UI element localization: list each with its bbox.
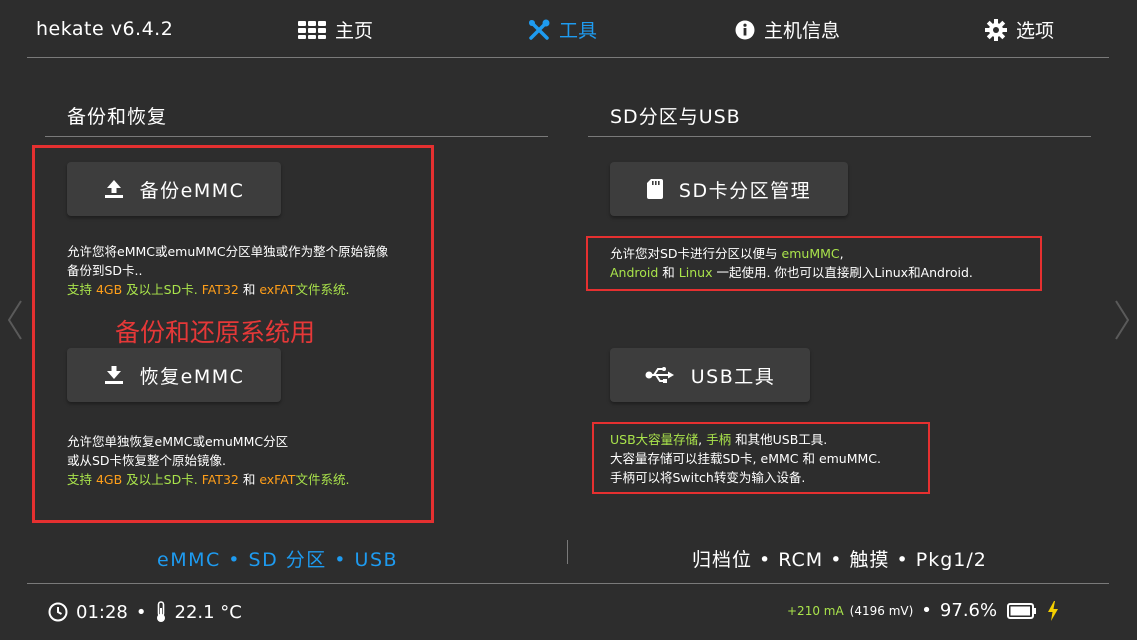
tab-info-label: 主机信息 [764, 20, 841, 42]
tab-home[interactable]: 主页 [298, 16, 373, 43]
status-right: +210 mA (4196 mV) • 97.6% [787, 600, 1059, 621]
temperature: 22.1 °C [174, 601, 242, 623]
info-icon [735, 20, 755, 40]
usb-tools-description: USB大容量存储, 手柄 和其他USB工具. 大容量存储可以挂载SD卡, eMM… [610, 432, 882, 485]
tab-tools[interactable]: 工具 [528, 16, 597, 43]
download-icon [104, 365, 124, 385]
tab-options[interactable]: 选项 [985, 16, 1054, 43]
thermometer-icon [155, 601, 167, 623]
tab-options-label: 选项 [1016, 20, 1055, 42]
battery-current: +210 mA [787, 603, 844, 618]
app-title: hekate v6.4.2 [36, 18, 174, 40]
tools-icon [528, 19, 550, 41]
battery-voltage: (4196 mV) [849, 603, 914, 618]
sd-usb-section-title: SD分区与USB [610, 106, 741, 128]
tab-home-label: 主页 [335, 20, 374, 42]
annotation-text: 备份和还原系统用 [115, 318, 316, 347]
backup-emmc-label: 备份eMMC [139, 179, 245, 202]
grid-icon [298, 20, 326, 39]
footer-divider [567, 540, 568, 564]
restore-emmc-button[interactable]: 恢复eMMC [67, 348, 281, 402]
left-section-divider [45, 136, 548, 137]
battery-icon [1007, 602, 1037, 619]
usb-tools-label: USB工具 [690, 365, 776, 388]
tab-info[interactable]: 主机信息 [735, 16, 840, 43]
right-section-divider [588, 136, 1091, 137]
upload-icon [104, 179, 124, 199]
backup-section-title: 备份和恢复 [67, 106, 168, 128]
status-divider [27, 583, 1109, 584]
clock-icon [48, 602, 68, 622]
charging-bolt-icon [1047, 600, 1059, 621]
header-divider [27, 57, 1109, 58]
sd-partition-label: SD卡分区管理 [678, 179, 812, 202]
usb-tools-button[interactable]: USB工具 [610, 348, 810, 402]
tab-tools-label: 工具 [559, 20, 598, 42]
sd-partition-description: 允许您对SD卡进行分区以便与 emuMMC, Android 和 Linux 一… [610, 246, 973, 280]
footer-left-label: eMMC • SD 分区 • USB [157, 549, 399, 571]
page-prev-arrow[interactable] [8, 300, 22, 340]
status-left: 01:28 • 22.1 °C [48, 601, 242, 623]
usb-icon [645, 366, 675, 384]
backup-description: 允许您将eMMC或emuMMC分区单独或作为整个原始镜像 备份到SD卡.. 支持… [67, 244, 389, 297]
footer-right-label: 归档位 • RCM • 触摸 • Pkg1/2 [692, 549, 987, 571]
restore-emmc-label: 恢复eMMC [139, 365, 245, 388]
clock-time: 01:28 [76, 601, 128, 623]
gear-icon [985, 18, 1007, 41]
status-separator-2: • [921, 600, 932, 621]
restore-description: 允许您单独恢复eMMC或emuMMC分区 或从SD卡恢复整个原始镜像. 支持 4… [67, 434, 350, 487]
sd-partition-button[interactable]: SD卡分区管理 [610, 162, 848, 216]
battery-percent: 97.6% [939, 600, 998, 621]
sd-card-icon [646, 179, 663, 199]
page-next-arrow[interactable] [1115, 300, 1129, 340]
status-separator: • [135, 601, 147, 623]
backup-emmc-button[interactable]: 备份eMMC [67, 162, 281, 216]
